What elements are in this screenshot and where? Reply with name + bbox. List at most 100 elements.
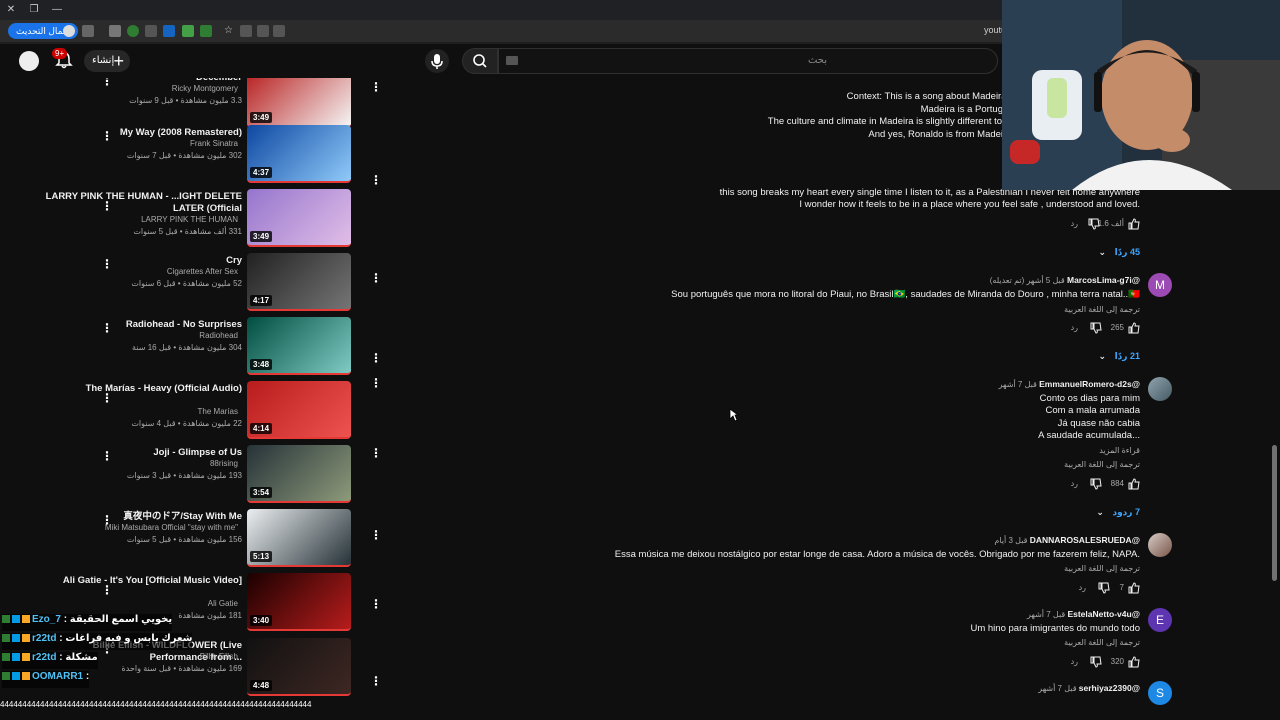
- avatar[interactable]: [19, 51, 39, 71]
- playlist-item[interactable]: 4:17 Cry Cigarettes After Sex 52 مليون مشاه…: [0, 253, 390, 317]
- voice-search-button[interactable]: [425, 49, 449, 73]
- avatar[interactable]: S: [1148, 681, 1172, 705]
- video-title[interactable]: LARRY PINK THE HUMAN - ...IGHT DELETE LA…: [42, 191, 242, 215]
- translate-link[interactable]: ترجمة إلى اللغة العربية: [1064, 305, 1140, 314]
- view-replies-button[interactable]: 21 ردًا ⌄: [1099, 351, 1140, 362]
- dislike-icon[interactable]: [1090, 656, 1102, 668]
- playlist-item[interactable]: 3:54 Joji - Glimpse of Us 88rising 193 مليو…: [0, 445, 390, 509]
- video-thumbnail[interactable]: 3:49: [247, 78, 351, 128]
- search-input[interactable]: بحث: [498, 48, 998, 74]
- profile-icon[interactable]: [63, 25, 75, 37]
- avatar[interactable]: E: [1148, 608, 1172, 632]
- dislike-icon[interactable]: [1090, 322, 1102, 334]
- read-more-link[interactable]: قراءة المزيد: [1099, 446, 1140, 455]
- more-options-icon[interactable]: ⋮: [101, 199, 113, 213]
- dislike-icon[interactable]: [1098, 582, 1110, 594]
- extension-icon[interactable]: [82, 25, 94, 37]
- extension-icon[interactable]: [163, 25, 175, 37]
- minimize-window-icon[interactable]: —: [50, 3, 64, 17]
- like-icon[interactable]: [1128, 582, 1140, 594]
- playlist-item[interactable]: 4:37 My Way (2008 Remastered) Frank Sinatr…: [0, 125, 390, 189]
- video-thumbnail[interactable]: 4:14: [247, 381, 351, 439]
- comment-author[interactable]: @EmmanuelRomero-d2s: [1039, 379, 1140, 389]
- translate-link[interactable]: ترجمة إلى اللغة العربية: [1064, 638, 1140, 647]
- like-icon[interactable]: [1128, 656, 1140, 668]
- search-button[interactable]: [462, 48, 498, 74]
- restore-window-icon[interactable]: ❐: [27, 3, 41, 17]
- like-icon[interactable]: [1128, 322, 1140, 334]
- close-window-icon[interactable]: ✕: [4, 3, 18, 17]
- playlist-item[interactable]: 3:48 Radiohead - No Surprises Radiohead 304…: [0, 317, 390, 381]
- video-thumbnail[interactable]: 3:49: [247, 189, 351, 247]
- comment-author[interactable]: @EstelaNetto-v4u: [1067, 609, 1140, 619]
- more-options-icon[interactable]: ⋮: [370, 597, 382, 611]
- extension-icon[interactable]: [182, 25, 194, 37]
- playlist-item[interactable]: 3:49 LARRY PINK THE HUMAN - ...IGHT DELET…: [0, 189, 390, 253]
- view-replies-button[interactable]: 45 ردًا ⌄: [1099, 247, 1140, 258]
- more-options-icon[interactable]: ⋮: [101, 449, 113, 463]
- more-options-icon[interactable]: ⋮: [370, 376, 382, 390]
- more-options-icon[interactable]: ⋮: [101, 321, 113, 335]
- comment-time[interactable]: قبل 7 أشهر: [1027, 610, 1065, 619]
- video-thumbnail[interactable]: 5:13: [247, 509, 351, 567]
- zoom-icon[interactable]: [240, 25, 252, 37]
- video-title[interactable]: Radiohead - No Surprises: [42, 319, 242, 331]
- keyboard-icon[interactable]: [506, 56, 518, 65]
- more-options-icon[interactable]: ⋮: [101, 78, 113, 88]
- page-scrollbar[interactable]: [1272, 445, 1277, 581]
- more-options-icon[interactable]: ⋮: [370, 80, 382, 94]
- create-button[interactable]: إنشاء +: [84, 50, 130, 72]
- comment-time[interactable]: قبل 3 أيام: [994, 536, 1027, 545]
- more-options-icon[interactable]: ⋮: [101, 583, 113, 597]
- more-options-icon[interactable]: ⋮: [370, 351, 382, 365]
- channel-name[interactable]: Radiohead: [199, 331, 238, 340]
- comment-time[interactable]: قبل 7 أشهر: [999, 380, 1037, 389]
- dislike-icon[interactable]: [1088, 218, 1100, 230]
- comment-time[interactable]: قبل 5 أشهر (تم تعديله): [990, 276, 1065, 285]
- extension-icon[interactable]: [127, 25, 139, 37]
- avatar[interactable]: [1148, 377, 1172, 401]
- reply-button[interactable]: رد: [1071, 323, 1078, 332]
- channel-name[interactable]: Ricky Montgomery: [172, 84, 238, 93]
- reply-button[interactable]: رد: [1071, 219, 1078, 228]
- video-title[interactable]: Joji - Glimpse of Us: [42, 447, 242, 459]
- channel-name[interactable]: Frank Sinatra: [190, 139, 238, 148]
- comment-author[interactable]: @DANNAROSALESRUEDA: [1030, 535, 1140, 545]
- reply-button[interactable]: رد: [1071, 657, 1078, 666]
- reply-button[interactable]: رد: [1079, 583, 1086, 592]
- dislike-icon[interactable]: [1090, 478, 1102, 490]
- video-title[interactable]: My Way (2008 Remastered): [42, 127, 242, 139]
- more-options-icon[interactable]: ⋮: [370, 528, 382, 542]
- playlist-item[interactable]: 5:13 真夜中のドア/Stay With Me Miki Matsubara Of…: [0, 509, 390, 573]
- video-title[interactable]: 真夜中のドア/Stay With Me: [42, 511, 242, 523]
- video-thumbnail[interactable]: 4:17: [247, 253, 351, 311]
- more-options-icon[interactable]: ⋮: [101, 257, 113, 271]
- comment-author[interactable]: @serhiyaz2390: [1079, 683, 1140, 693]
- more-options-icon[interactable]: ⋮: [370, 446, 382, 460]
- more-options-icon[interactable]: ⋮: [101, 513, 113, 527]
- channel-name[interactable]: LARRY PINK THE HUMAN: [141, 215, 238, 224]
- like-icon[interactable]: [1128, 478, 1140, 490]
- more-options-icon[interactable]: ⋮: [370, 271, 382, 285]
- video-title[interactable]: The Marías - Heavy (Official Audio): [42, 383, 242, 395]
- translate-link[interactable]: ترجمة إلى اللغة العربية: [1064, 460, 1140, 469]
- channel-name[interactable]: 88rising: [210, 459, 238, 468]
- translate-link[interactable]: ترجمة إلى اللغة العربية: [1064, 564, 1140, 573]
- extension-icon[interactable]: [200, 25, 212, 37]
- channel-name[interactable]: Cigarettes After Sex: [167, 267, 238, 276]
- like-icon[interactable]: [1128, 218, 1140, 230]
- avatar[interactable]: [1148, 533, 1172, 557]
- channel-name[interactable]: The Marías: [198, 407, 238, 416]
- avatar[interactable]: M: [1148, 273, 1172, 297]
- reply-button[interactable]: رد: [1071, 479, 1078, 488]
- view-replies-button[interactable]: 7 ردود ⌄: [1096, 507, 1140, 518]
- comment-author[interactable]: @MarcosLima-g7i: [1067, 275, 1140, 285]
- extension-icon[interactable]: [273, 25, 285, 37]
- share-icon[interactable]: [257, 25, 269, 37]
- channel-name[interactable]: Miki Matsubara Official "stay with me": [105, 523, 238, 532]
- comment-time[interactable]: قبل 7 أشهر: [1038, 684, 1076, 693]
- more-options-icon[interactable]: ⋮: [370, 173, 382, 187]
- video-thumbnail[interactable]: 3:54: [247, 445, 351, 503]
- video-title[interactable]: Ali Gatie - It's You [Official Music Vid…: [42, 575, 242, 587]
- more-options-icon[interactable]: ⋮: [101, 129, 113, 143]
